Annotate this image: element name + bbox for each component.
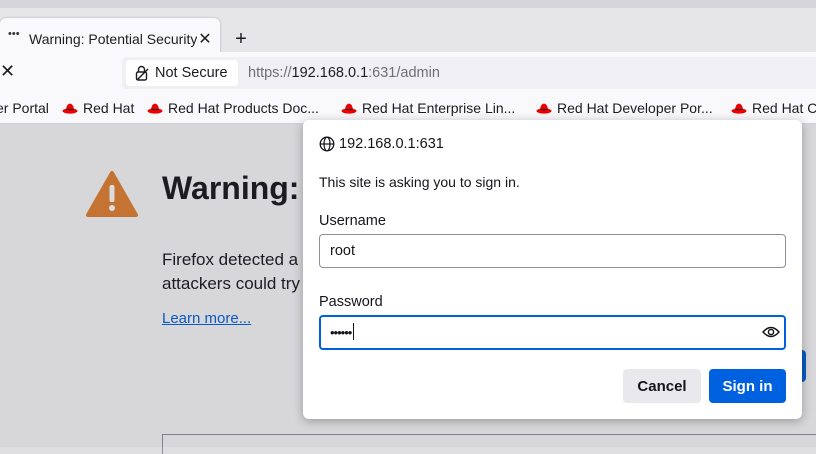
bookmark-label: Red Hat C [752, 100, 816, 116]
dialog-message: This site is asking you to sign in. [319, 174, 520, 190]
bookmark-item[interactable]: Red Hat Products Doc... [147, 100, 319, 116]
bookmark-label: Red Hat [83, 100, 135, 116]
redhat-icon [147, 103, 163, 114]
tab-strip: ••• Warning: Potential Security Risk Ahe… [0, 0, 816, 60]
username-field[interactable]: root [319, 234, 786, 268]
dialog-host: 192.168.0.1:631 [339, 136, 444, 152]
bookmark-label: Red Hat Developer Por... [557, 100, 713, 116]
globe-icon [319, 136, 335, 152]
password-field[interactable]: •••••• [319, 315, 786, 350]
password-value: •••••• [330, 325, 352, 340]
bookmark-label: Red Hat Products Doc... [168, 100, 319, 116]
bookmark-label: er Portal [0, 100, 49, 116]
show-password-eye-icon[interactable] [762, 325, 780, 339]
auth-dialog: 192.168.0.1:631 This site is asking you … [303, 120, 802, 419]
sign-in-button[interactable]: Sign in [709, 369, 786, 403]
password-label: Password [319, 294, 383, 310]
stop-loading-icon[interactable]: ✕ [0, 61, 18, 83]
new-tab-button[interactable]: + [232, 28, 250, 50]
bookmark-label: Red Hat Enterprise Lin... [362, 100, 516, 116]
redhat-icon [731, 103, 747, 114]
bookmark-item[interactable]: Red Hat C [731, 100, 816, 116]
redhat-icon [341, 103, 357, 114]
url-scheme: https:// [248, 65, 292, 81]
tab-close-icon[interactable]: ✕ [197, 29, 213, 48]
bookmark-item[interactable]: Red Hat Enterprise Lin... [341, 100, 515, 116]
tab-title: Warning: Potential Security Risk Ahead [29, 31, 197, 47]
bookmark-item[interactable]: Red Hat [62, 100, 134, 116]
url-host: 192.168.0.1 [291, 65, 369, 81]
url-bar[interactable]: Not Secure https://192.168.0.1:631/admin [122, 57, 816, 89]
not-secure-label: Not Secure [155, 65, 228, 81]
bookmark-item[interactable]: er Portal [0, 100, 49, 116]
text-caret [353, 323, 355, 340]
redhat-icon [62, 103, 78, 114]
bookmark-item[interactable]: Red Hat Developer Por... [536, 100, 713, 116]
navigation-bar: ✕ Not Secure https://192.168.0.1:631/adm… [0, 52, 816, 94]
site-security-button[interactable]: Not Secure [126, 60, 238, 86]
url-path: :631/admin [368, 65, 440, 81]
cancel-button[interactable]: Cancel [623, 369, 701, 403]
loading-dots-icon: ••• [8, 28, 20, 40]
url-text[interactable]: https://192.168.0.1:631/admin [248, 65, 440, 81]
username-label: Username [319, 213, 386, 229]
redhat-icon [536, 103, 552, 114]
lock-warning-icon [135, 65, 149, 81]
